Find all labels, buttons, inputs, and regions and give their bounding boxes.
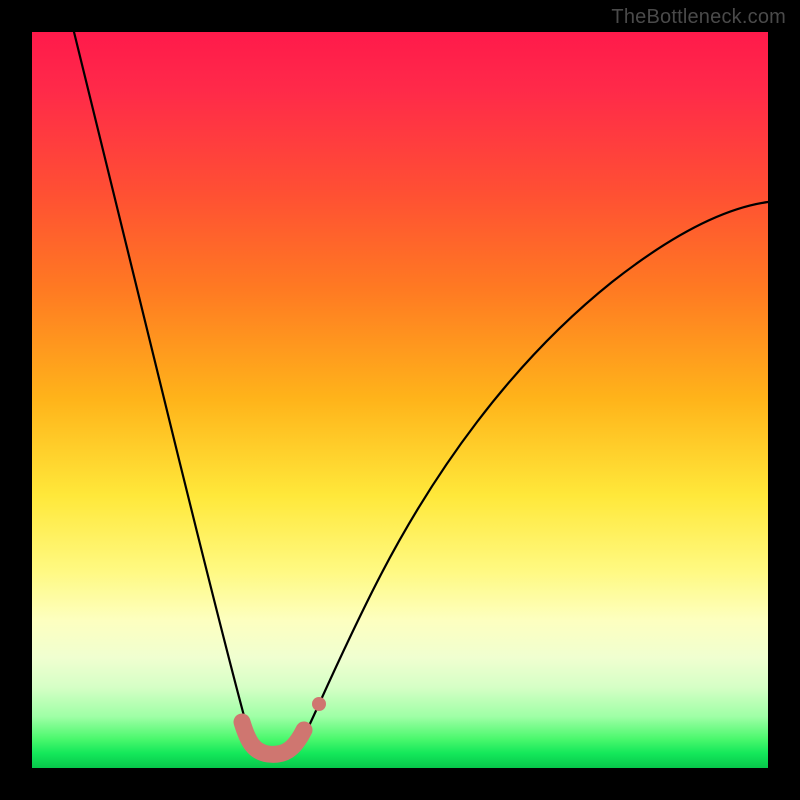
chart-frame: TheBottleneck.com xyxy=(0,0,800,800)
watermark-text: TheBottleneck.com xyxy=(611,6,786,29)
valley-highlight xyxy=(242,722,304,754)
curve-layer xyxy=(32,32,768,768)
highlight-dot xyxy=(312,697,326,711)
bottleneck-curve xyxy=(74,32,768,754)
plot-area xyxy=(32,32,768,768)
